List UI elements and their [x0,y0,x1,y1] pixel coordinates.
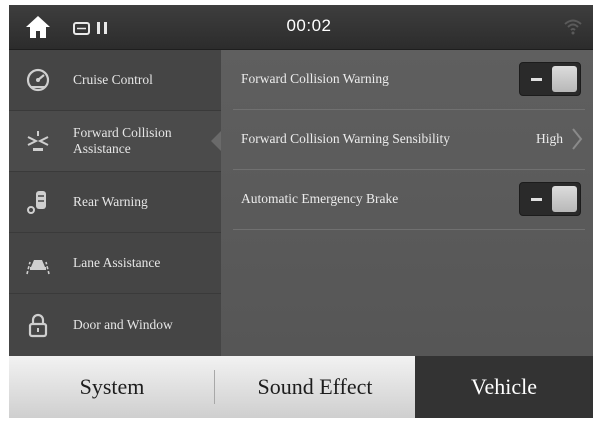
wifi-icon [564,19,582,35]
toggle-dash [531,78,542,81]
cruise-control-icon [26,68,50,92]
setting-label: Forward Collision Warning Sensibility [241,131,451,146]
settings-panel: Forward Collision Warning Forward Collis… [221,50,593,356]
toggle-dash [531,198,542,201]
setting-label: Automatic Emergency Brake [241,191,399,206]
sidebar-item-door-and-window[interactable]: Door and Window [9,294,221,355]
sidebar-item-label: Cruise Control [73,72,153,87]
automatic-emergency-brake-toggle[interactable] [519,182,581,216]
door-lock-icon [28,313,48,337]
setting-automatic-emergency-brake: Automatic Emergency Brake [233,170,585,230]
tab-system[interactable]: System [9,356,215,418]
media-icon [73,22,107,35]
forward-collision-icon [27,131,49,151]
sidebar-item-forward-collision-assistance[interactable]: Forward Collision Assistance [9,111,221,172]
sidebar-item-rear-warning[interactable]: Rear Warning [9,172,221,233]
setting-label: Forward Collision Warning [241,71,389,86]
active-indicator [211,131,221,151]
vehicle-sidebar: Cruise Control Forward Collision Assista… [9,50,221,356]
chevron-right-icon[interactable] [571,128,583,150]
toggle-knob [552,66,577,92]
status-bar: 00:02 [9,5,593,50]
sidebar-item-lane-assistance[interactable]: Lane Assistance [9,233,221,294]
sidebar-item-label: Rear Warning [73,194,148,209]
home-icon[interactable] [25,15,51,39]
toggle-knob [552,186,577,212]
setting-forward-collision-warning: Forward Collision Warning [233,50,585,110]
sidebar-item-label: Door and Window [73,316,173,332]
setting-warning-sensibility[interactable]: Forward Collision Warning Sensibility Hi… [233,110,585,170]
vehicle-settings-screen: 00:02 Cruise Control Forward Collision A… [9,5,593,418]
lane-assistance-icon [26,260,50,275]
forward-collision-warning-toggle[interactable] [519,62,581,96]
sidebar-item-label: Forward Collision Assistance [73,125,172,156]
sensibility-value: High [536,131,563,146]
tab-vehicle[interactable]: Vehicle [415,356,593,418]
clock-time: 00:02 [286,16,332,35]
sidebar-item-label: Lane Assistance [73,255,161,270]
sidebar-item-cruise-control[interactable]: Cruise Control [9,50,221,111]
bottom-tab-bar: System Sound Effect Vehicle [9,356,593,418]
tab-sound-effect[interactable]: Sound Effect [215,356,415,418]
rear-warning-icon [27,191,46,214]
